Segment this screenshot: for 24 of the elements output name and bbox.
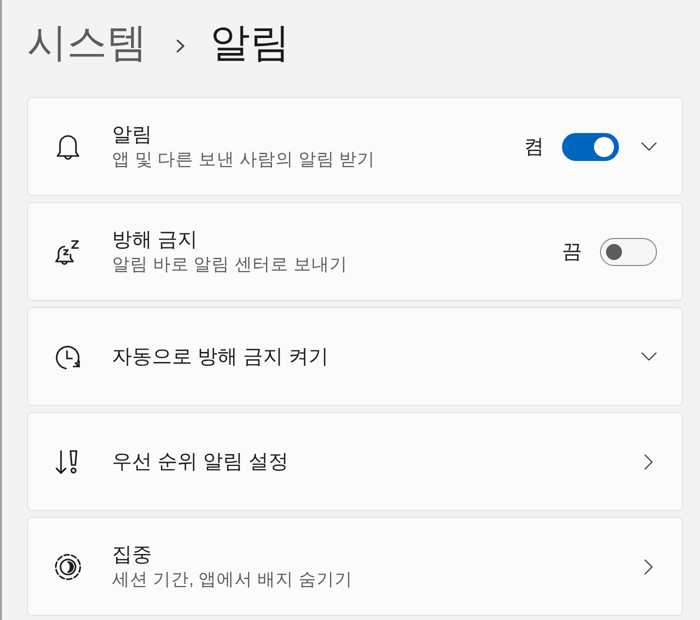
setting-description: 앱 및 다른 보낸 사람의 알림 받기 [112, 148, 376, 171]
toggle-switch[interactable] [600, 238, 657, 266]
settings-card[interactable]: 알림 앱 및 다른 보낸 사람의 알림 받기 켬 [27, 97, 683, 196]
chevron-down-icon[interactable] [641, 142, 657, 151]
setting-title: 알림 [112, 123, 152, 148]
bell-icon [54, 132, 82, 160]
setting-title: 집중 [112, 543, 152, 568]
breadcrumb-link[interactable]: 시스템 [27, 16, 147, 68]
setting-description: 알림 바로 알림 센터로 보내기 [112, 253, 348, 276]
toggle-state-label: 켬 [524, 134, 544, 160]
settings-card[interactable]: 우선 순위 알림 설정 [27, 412, 683, 511]
setting-title: 방해 금지 [112, 228, 198, 253]
dashed-circle-icon [54, 552, 82, 580]
setting-title: 자동으로 방해 금지 켜기 [112, 344, 329, 370]
page-title: 알림 [210, 20, 290, 66]
setting-title: 우선 순위 알림 설정 [112, 450, 289, 474]
toggle-switch[interactable] [562, 132, 619, 160]
chevron-down-icon[interactable] [641, 352, 657, 361]
chevron-right-icon [176, 38, 185, 52]
settings-card[interactable]: 자동으로 방해 금지 켜기 [27, 307, 683, 406]
setting-description: 세션 기간, 앱에서 배지 숨기기 [112, 568, 352, 591]
settings-card[interactable]: 집중 세션 기간, 앱에서 배지 숨기기 [27, 517, 683, 616]
settings-card[interactable]: 방해 금지 알림 바로 알림 센터로 보내기 끔 [27, 202, 683, 301]
toggle-state-label: 끔 [562, 240, 582, 264]
